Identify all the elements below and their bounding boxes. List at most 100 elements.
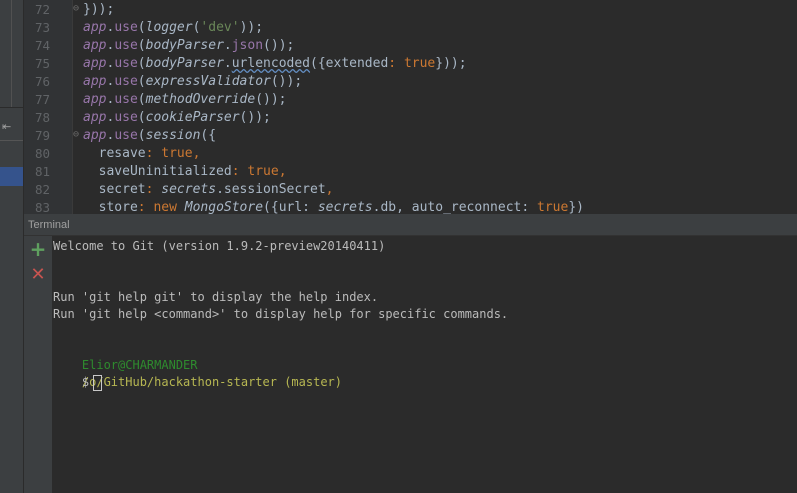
fold-icon[interactable]: ⊖ [73,4,81,14]
line-number: 72 [34,2,50,17]
code-token: .sessionSecret [216,182,326,197]
code-token: app [83,92,107,107]
code-line[interactable]: 74 app.use(bodyParser.json()); [24,37,797,55]
line-number: 83 [34,200,50,214]
code-text: app.use(cookieParser()); [83,109,271,127]
code-token: store [83,200,138,214]
code-text: })); [83,1,114,19]
code-token: , [278,164,287,179]
help-line-2: Run 'git help <command>' to display help… [53,307,509,321]
code-token: ( [137,128,146,143]
code-token: new [153,200,185,214]
help-line-1: Run 'git help git' to display the help i… [53,290,379,304]
code-text: app.use(bodyParser.urlencoded({extended:… [83,55,467,73]
code-line[interactable]: 80 resave: true, [24,145,797,163]
prompt-path: /o/GitHub/hackathon-starter (master) [81,375,342,389]
code-token: logger [145,20,193,35]
code-text: app.use(methodOverride()); [83,91,287,109]
code-token: resave [83,146,146,161]
code-line[interactable]: 77 app.use(methodOverride()); [24,91,797,109]
welcome-line: Welcome to Git (version 1.9.2-preview201… [53,239,386,253]
code-token: ( [137,56,146,71]
divider [0,140,23,141]
code-token: methodOverride [145,92,256,107]
prompt-info-line: Elior@CHARMANDER /o/GitHub/hackathon-sta… [53,340,342,389]
terminal-header: Terminal [24,217,797,236]
code-token: urlencoded [231,56,311,71]
code-token: . [223,56,232,71]
code-token: app [83,20,107,35]
code-token: ({ [310,56,326,71]
code-token: app [83,110,107,125]
code-token: , [192,146,201,161]
code-token: use [114,74,138,89]
terminal-output[interactable]: Welcome to Git (version 1.9.2-preview201… [53,236,797,493]
code-line[interactable]: 72 ⊖})); [24,1,797,19]
left-tool-strip: ⇤ [0,0,24,493]
line-number: 78 [34,110,50,125]
project-panel-edge[interactable] [0,0,12,107]
code-token: , [325,182,334,197]
terminal-title: Terminal [28,219,70,231]
code-token: saveUninitialized [83,164,232,179]
code-text: saveUninitialized: true, [83,163,287,181]
code-line[interactable]: 79 ⊖ app.use(session({ [24,127,797,145]
code-line[interactable]: 75 app.use(bodyParser.urlencoded({extende… [24,55,797,73]
close-session-button[interactable]: ✕ [29,266,47,284]
code-token: ({url: [263,200,318,214]
code-line[interactable]: 83 store: new MongoStore({url: secrets.d… [24,199,797,214]
selected-item-highlight[interactable] [0,167,23,186]
line-number: 75 [34,56,50,71]
code-token: true [403,56,436,71]
line-number: 73 [34,20,50,35]
divider [0,107,23,108]
prompt-symbol: $ [81,375,90,389]
code-token: }) [83,2,99,17]
line-number: 79 [34,128,50,143]
pin-icon[interactable]: ⇤ [2,120,20,134]
code-token: app [83,38,107,53]
code-token: ); [98,2,115,17]
code-token: app [83,56,107,71]
code-text: store: new MongoStore({url: secrets.db, … [83,199,584,214]
code-line[interactable]: 82 secret: secrets.sessionSecret, [24,181,797,199]
code-text: app.use(session({ [83,127,216,145]
code-token: true [537,200,569,214]
code-token: : [388,56,404,71]
code-token: ()); [239,110,271,125]
code-token: secret [83,182,146,197]
terminal-toolbar: + ✕ [24,236,53,493]
code-line[interactable]: 76 app.use(expressValidator()); [24,73,797,91]
code-token: : [231,164,248,179]
code-token: ()); [255,92,287,107]
code-token: true [247,164,279,179]
code-editor[interactable]: 72 ⊖})); 73 app.use(logger('dev')); 74 app.us… [24,0,797,214]
code-token: . [223,38,232,53]
code-token: ()); [263,38,295,53]
code-line[interactable]: 73 app.use(logger('dev')); [24,19,797,37]
fold-icon[interactable]: ⊖ [73,130,81,140]
line-number: 76 [34,74,50,89]
code-token: use [114,56,138,71]
code-token: : [137,200,154,214]
code-line[interactable]: 81 saveUninitialized: true, [24,163,797,181]
line-number: 77 [34,92,50,107]
code-token: ()); [270,74,303,89]
code-token: 'dev' [200,20,240,35]
code-text: app.use(bodyParser.json()); [83,37,294,55]
code-token: ( [137,74,146,89]
code-token: ( [137,38,146,53]
line-number: 74 [34,38,50,53]
code-token: }) [568,200,584,214]
code-token: ({ [200,128,217,143]
code-token: session [145,128,201,143]
code-token: use [114,20,138,35]
code-token: extended [325,56,389,71]
code-text: app.use(logger('dev')); [83,19,263,37]
new-session-button[interactable]: + [29,239,47,259]
code-token: use [114,38,138,53]
code-line[interactable]: 78 app.use(cookieParser()); [24,109,797,127]
text-cursor [93,374,103,391]
code-token: ( [137,110,146,125]
command-line[interactable]: $ [53,357,103,391]
